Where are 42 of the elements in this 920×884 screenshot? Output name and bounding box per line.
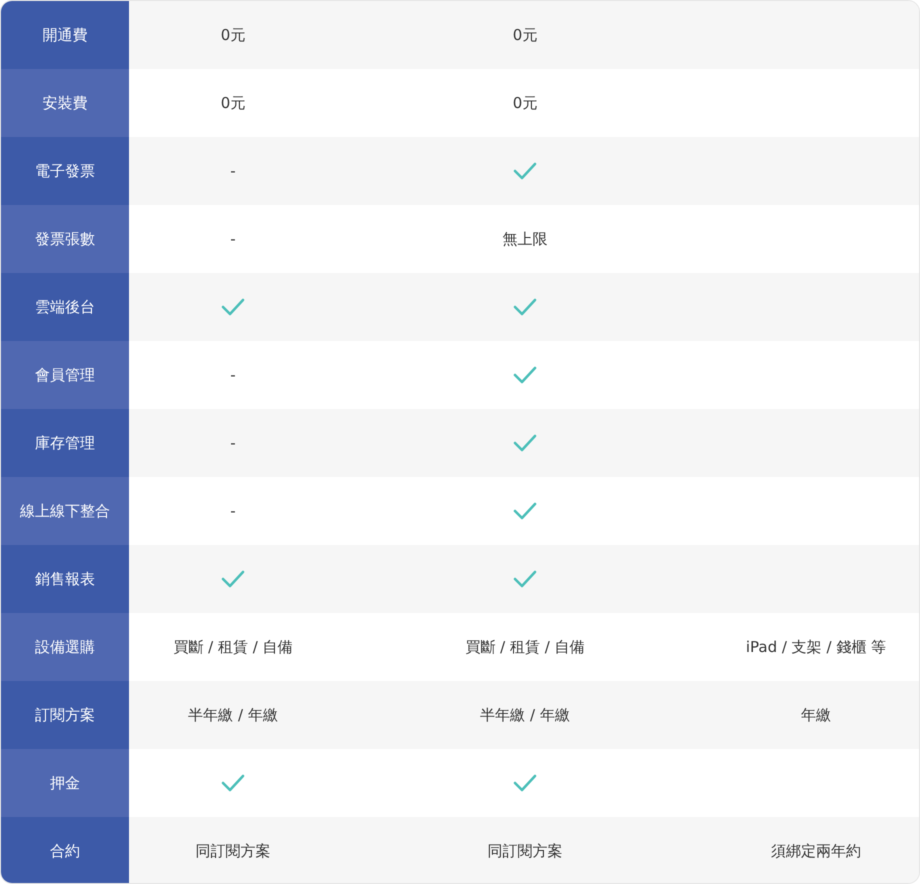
cell-text: 買斷 / 租賃 / 自備 — [465, 638, 585, 656]
row-header: 訂閱方案 — [1, 681, 129, 749]
cell-text: - — [230, 366, 236, 384]
cell-text: 0元 — [512, 94, 538, 112]
check-icon — [513, 162, 537, 180]
cell-text: 半年繳 / 年繳 — [480, 706, 570, 724]
cell-text: 同訂閱方案 — [196, 842, 270, 860]
row-header: 發票張數 — [1, 205, 129, 273]
row-header: 押金 — [1, 749, 129, 817]
row-header: 庫存管理 — [1, 409, 129, 477]
row-header: 合約 — [1, 817, 129, 883]
check-icon — [221, 298, 245, 316]
check-icon — [221, 570, 245, 588]
row-header: 線上線下整合 — [1, 477, 129, 545]
row-header: 安裝費 — [1, 69, 129, 137]
check-icon — [513, 502, 537, 520]
row-header: 會員管理 — [1, 341, 129, 409]
cell-text: - — [230, 502, 236, 520]
cell-text: - — [230, 162, 236, 180]
cell-text: - — [230, 434, 236, 452]
cell-text: 無上限 — [502, 230, 548, 248]
cell-text: 0元 — [512, 26, 538, 44]
check-icon — [513, 366, 537, 384]
row-header: 電子發票 — [1, 137, 129, 205]
check-icon — [513, 774, 537, 792]
cell-text: 買斷 / 租賃 / 自備 — [173, 638, 293, 656]
check-icon — [513, 570, 537, 588]
cell-text: - — [230, 230, 236, 248]
cell-text: iPad / 支架 / 錢櫃 等 — [746, 638, 886, 656]
cell-text: 須綁定兩年約 — [771, 842, 861, 860]
cell-text: 同訂閱方案 — [488, 842, 562, 860]
cell-text: 年繳 — [801, 706, 831, 724]
cell-text: 0元 — [220, 94, 246, 112]
row-header: 雲端後台 — [1, 273, 129, 341]
row-header: 銷售報表 — [1, 545, 129, 613]
row-header: 設備選購 — [1, 613, 129, 681]
row-header: 開通費 — [1, 1, 129, 69]
cell-text: 0元 — [220, 26, 246, 44]
cell-text: 半年繳 / 年繳 — [188, 706, 278, 724]
check-icon — [513, 434, 537, 452]
check-icon — [513, 298, 537, 316]
check-icon — [221, 774, 245, 792]
